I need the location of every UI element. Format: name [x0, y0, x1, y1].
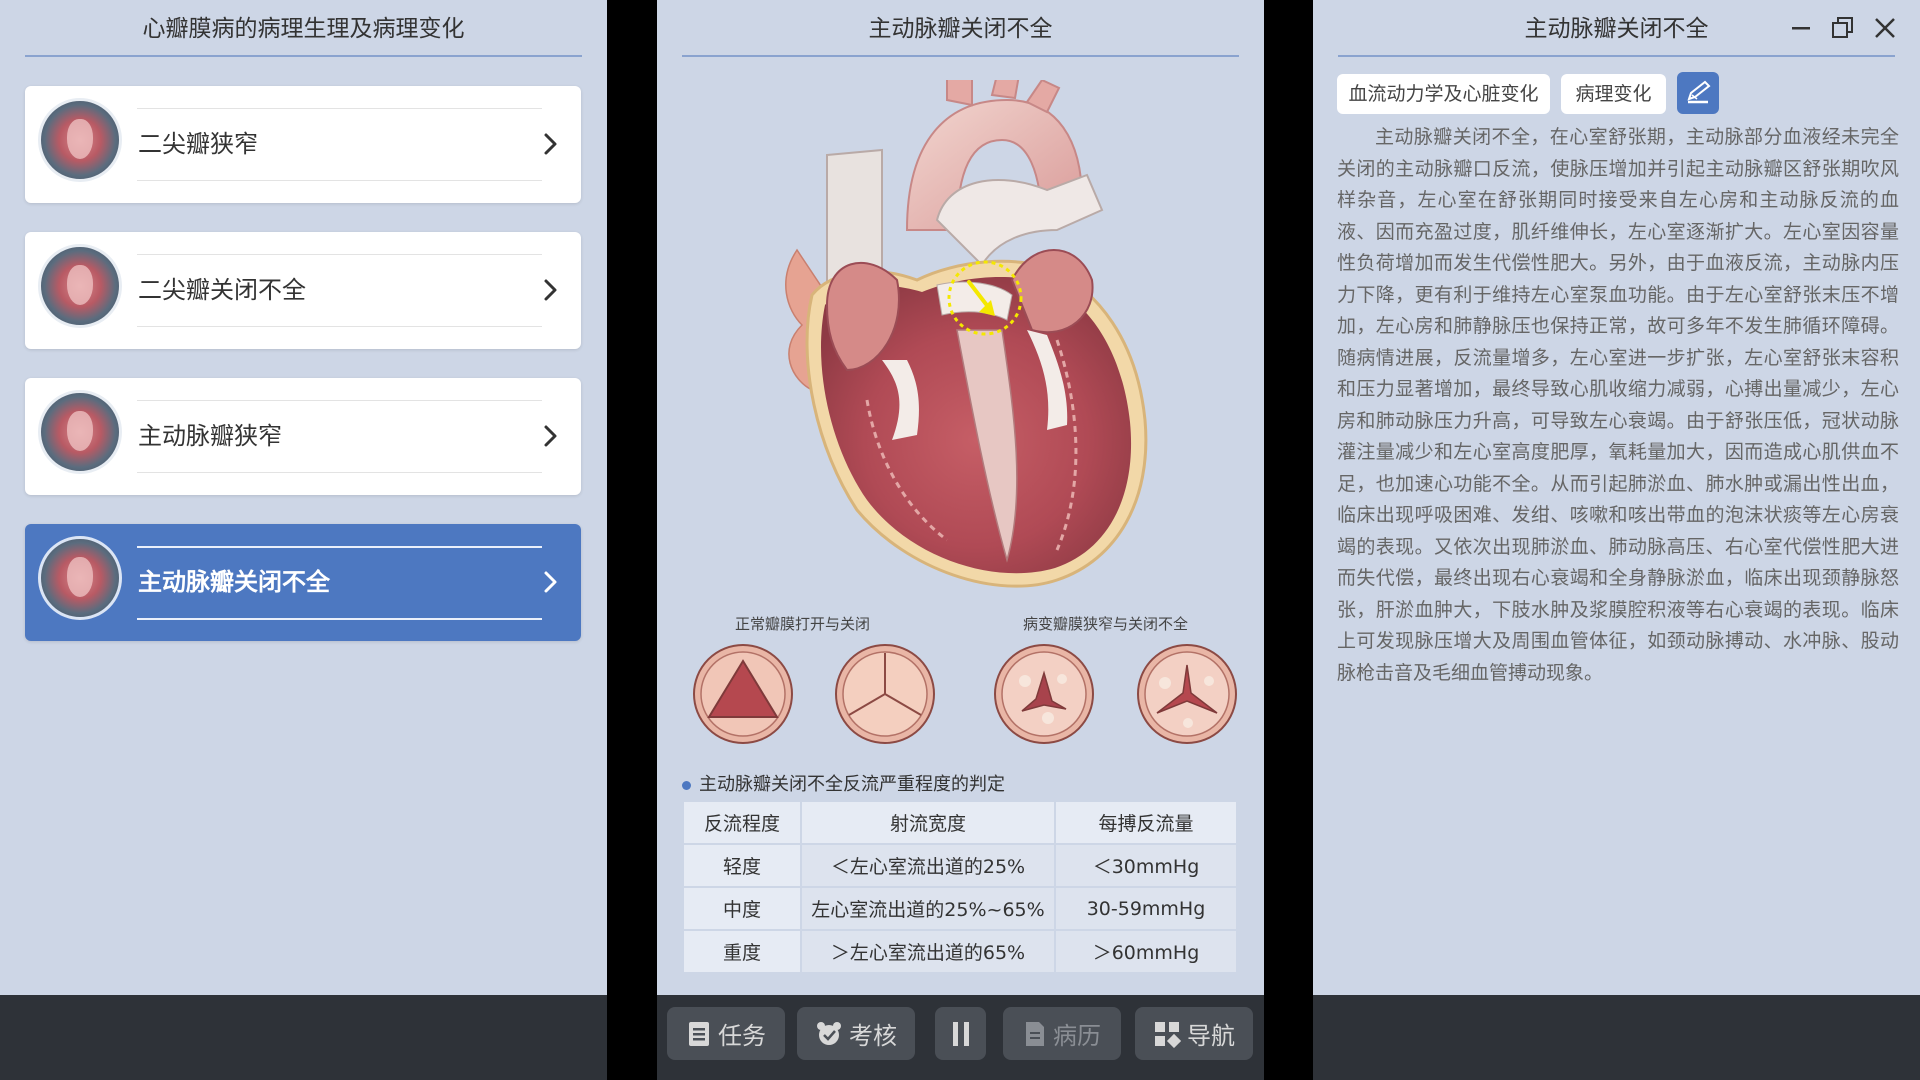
table-cell: 30-59mmHg	[1054, 886, 1238, 931]
chevron-right-icon	[535, 129, 565, 159]
menu-item-label: 主动脉瓣狭窄	[138, 422, 282, 450]
document-icon	[1026, 1021, 1044, 1046]
table-cell: 重度	[682, 929, 802, 974]
center-panel-title: 主动脉瓣关闭不全	[682, 10, 1239, 57]
exam-button[interactable]: 考核	[797, 1007, 915, 1060]
description-text: 主动脉瓣关闭不全，在心室舒张期，主动脉部分血液经未完全关闭的主动脉瓣口反流，使脉…	[1337, 126, 1899, 684]
diseased-valve-stenosis-image	[994, 644, 1094, 744]
menu-item-aortic-regurgitation[interactable]: 主动脉瓣关闭不全	[25, 524, 581, 641]
table-header-row: 反流程度 射流宽度 每搏反流量	[682, 800, 1238, 845]
heart-thumbnail-icon	[38, 390, 122, 474]
medical-record-button[interactable]: 病历	[1003, 1007, 1121, 1060]
right-panel: 主动脉瓣关闭不全 血流动力学及心脏变化 病理变化 主动脉瓣关闭不全，在心室舒张期…	[1313, 0, 1920, 995]
menu-item-mitral-regurgitation[interactable]: 二尖瓣关闭不全	[25, 232, 581, 349]
center-panel: 主动脉瓣关闭不全 正常瓣膜打开与关闭 病变瓣膜狭窄与关闭不全 主动脉瓣关闭不全反…	[657, 0, 1264, 995]
left-panel: 心瓣膜病的病理生理及病理变化 二尖瓣狭窄 二尖瓣关闭不全 主动脉瓣狭窄 主动脉瓣…	[0, 0, 607, 995]
chevron-right-icon	[535, 421, 565, 451]
table-cell: ＞左心室流出道的65%	[800, 929, 1056, 974]
table-header-cell: 每搏反流量	[1054, 800, 1238, 845]
menu-item-label: 二尖瓣关闭不全	[138, 276, 306, 304]
normal-valve-open-image	[693, 644, 793, 744]
tab-pathology[interactable]: 病理变化	[1561, 74, 1666, 114]
regurgitation-severity-table: 反流程度 射流宽度 每搏反流量 轻度 ＜左心室流出道的25% ＜30mmHg 中…	[682, 800, 1238, 974]
task-button[interactable]: 任务	[667, 1007, 785, 1060]
minimize-icon[interactable]	[1787, 14, 1815, 42]
control-bar: 任务 考核 病历 导航	[657, 995, 1264, 1080]
pause-icon	[952, 1021, 969, 1046]
table-cell: ＞60mmHg	[1054, 929, 1238, 974]
menu-item-mitral-stenosis[interactable]: 二尖瓣狭窄	[25, 86, 581, 203]
chevron-right-icon	[535, 275, 565, 305]
grid-nav-icon	[1155, 1021, 1181, 1048]
left-panel-title: 心瓣膜病的病理生理及病理变化	[25, 10, 582, 57]
menu-item-aortic-stenosis[interactable]: 主动脉瓣狭窄	[25, 378, 581, 495]
table-row: 轻度 ＜左心室流出道的25% ＜30mmHg	[682, 843, 1238, 888]
table-row: 重度 ＞左心室流出道的65% ＞60mmHg	[682, 929, 1238, 974]
heart-thumbnail-icon	[38, 536, 122, 620]
pause-button[interactable]	[935, 1007, 986, 1060]
table-cell: ＜左心室流出道的25%	[800, 843, 1056, 888]
alarm-clock-icon	[817, 1021, 841, 1045]
table-row: 中度 左心室流出道的25%~65% 30-59mmHg	[682, 886, 1238, 931]
restore-icon[interactable]	[1829, 14, 1857, 42]
table-cell: ＜30mmHg	[1054, 843, 1238, 888]
left-bottom-bar	[0, 995, 607, 1080]
table-header-cell: 反流程度	[682, 800, 802, 845]
navigation-button[interactable]: 导航	[1135, 1007, 1253, 1060]
chevron-right-icon	[535, 567, 565, 597]
normal-valve-caption: 正常瓣膜打开与关闭	[735, 615, 871, 633]
regurgitation-severity-heading: 主动脉瓣关闭不全反流严重程度的判定	[682, 770, 1005, 796]
task-list-icon	[689, 1021, 709, 1046]
table-cell: 中度	[682, 886, 802, 931]
tab-hemodynamics[interactable]: 血流动力学及心脏变化	[1337, 74, 1550, 114]
menu-item-label: 主动脉瓣关闭不全	[138, 568, 330, 596]
diseased-valve-regurgitation-image	[1137, 644, 1237, 744]
close-icon[interactable]	[1871, 14, 1899, 42]
table-cell: 轻度	[682, 843, 802, 888]
normal-valve-closed-image	[835, 644, 935, 744]
edit-note-button[interactable]	[1677, 72, 1719, 114]
heart-thumbnail-icon	[38, 244, 122, 328]
heart-thumbnail-icon	[38, 98, 122, 182]
table-cell: 左心室流出道的25%~65%	[800, 886, 1056, 931]
right-bottom-bar	[1313, 995, 1920, 1080]
menu-item-label: 二尖瓣狭窄	[138, 130, 258, 158]
heart-illustration	[785, 80, 1148, 588]
table-header-cell: 射流宽度	[800, 800, 1056, 845]
bullet-dot-icon	[682, 780, 691, 790]
diseased-valve-caption: 病变瓣膜狭窄与关闭不全	[1023, 615, 1189, 633]
pen-edit-icon	[1687, 80, 1711, 104]
